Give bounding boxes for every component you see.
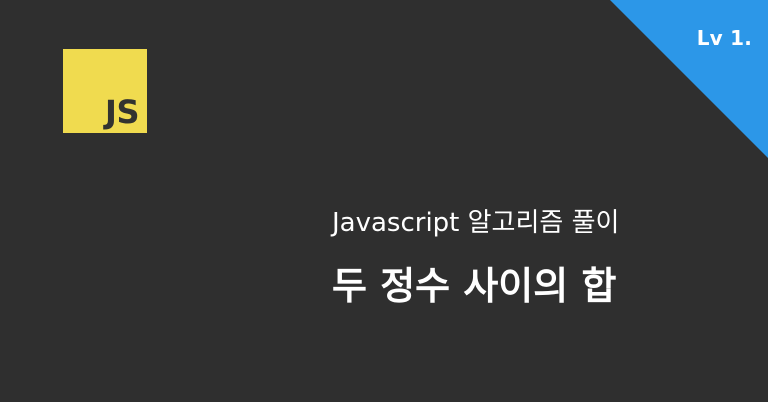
problem-title: 두 정수 사이의 합 <box>332 264 617 308</box>
javascript-logo-icon: JS <box>63 49 147 133</box>
series-subtitle: Javascript 알고리즘 풀이 <box>332 208 620 238</box>
level-corner-ribbon <box>610 0 768 158</box>
level-badge: Lv 1. <box>696 26 752 50</box>
thumbnail-card: Lv 1. JS Javascript 알고리즘 풀이 두 정수 사이의 합 <box>0 0 768 402</box>
javascript-logo-text: JS <box>105 93 139 131</box>
